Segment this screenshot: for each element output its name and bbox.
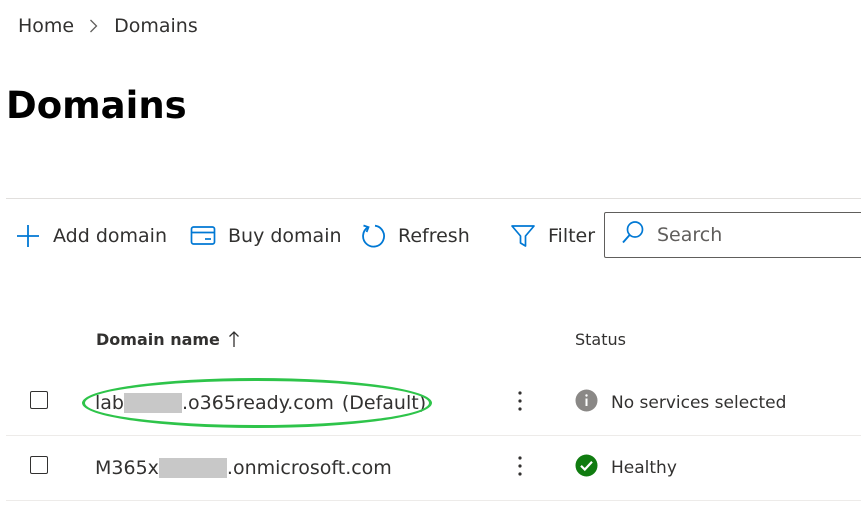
toolbar-divider bbox=[6, 198, 861, 199]
status-text: Healthy bbox=[611, 458, 677, 478]
domain-suffix: .onmicrosoft.com bbox=[226, 457, 392, 479]
domain-prefix: M365x bbox=[95, 457, 159, 479]
domain-suffix: .o365ready.com bbox=[181, 392, 334, 414]
domain-name-link[interactable]: M365x .onmicrosoft.com bbox=[95, 454, 392, 482]
more-vertical-icon bbox=[517, 390, 523, 416]
redacted-block bbox=[123, 393, 182, 413]
search-input[interactable] bbox=[655, 223, 849, 247]
column-header-status-label: Status bbox=[575, 329, 626, 349]
add-domain-button[interactable]: Add domain bbox=[15, 212, 167, 260]
sort-ascending-icon bbox=[228, 330, 240, 348]
filter-button[interactable]: Filter bbox=[510, 212, 595, 260]
domain-name-link[interactable]: lab .o365ready.com (Default) bbox=[95, 389, 426, 417]
page-title: Domains bbox=[6, 84, 187, 127]
row-checkbox[interactable] bbox=[30, 456, 48, 474]
info-icon bbox=[575, 389, 598, 417]
column-header-domain-name[interactable]: Domain name bbox=[96, 322, 240, 356]
status-cell: Healthy bbox=[575, 454, 677, 482]
refresh-label: Refresh bbox=[398, 225, 470, 247]
buy-domain-button[interactable]: Buy domain bbox=[190, 212, 342, 260]
table-row[interactable]: M365x .onmicrosoft.com Healthy bbox=[6, 436, 861, 501]
table-row[interactable]: lab .o365ready.com (Default) No services s… bbox=[6, 371, 861, 436]
redacted-block bbox=[158, 458, 227, 478]
check-circle-icon bbox=[575, 454, 598, 482]
search-box[interactable] bbox=[604, 212, 861, 258]
filter-icon bbox=[510, 223, 536, 249]
more-actions-button[interactable] bbox=[508, 454, 532, 482]
filter-label: Filter bbox=[548, 225, 596, 247]
search-icon bbox=[621, 220, 645, 250]
chevron-right-icon bbox=[89, 19, 98, 33]
plus-icon bbox=[15, 223, 41, 249]
column-header-status[interactable]: Status bbox=[575, 322, 626, 356]
command-bar: Add domain Buy domain Refresh Filter bbox=[15, 212, 861, 260]
more-vertical-icon bbox=[517, 455, 523, 481]
breadcrumb: Home Domains bbox=[18, 13, 198, 39]
credit-card-icon bbox=[190, 225, 216, 247]
refresh-icon bbox=[360, 223, 386, 249]
more-actions-button[interactable] bbox=[508, 389, 532, 417]
refresh-button[interactable]: Refresh bbox=[360, 212, 470, 260]
status-text: No services selected bbox=[611, 393, 787, 413]
breadcrumb-home-link[interactable]: Home bbox=[18, 15, 74, 37]
row-checkbox[interactable] bbox=[30, 391, 48, 409]
domain-prefix: lab bbox=[95, 392, 124, 414]
status-cell: No services selected bbox=[575, 389, 786, 417]
default-tag: (Default) bbox=[341, 392, 427, 414]
breadcrumb-current: Domains bbox=[114, 15, 198, 37]
column-header-domain-label: Domain name bbox=[96, 329, 220, 349]
buy-domain-label: Buy domain bbox=[228, 225, 342, 247]
add-domain-label: Add domain bbox=[53, 225, 167, 247]
